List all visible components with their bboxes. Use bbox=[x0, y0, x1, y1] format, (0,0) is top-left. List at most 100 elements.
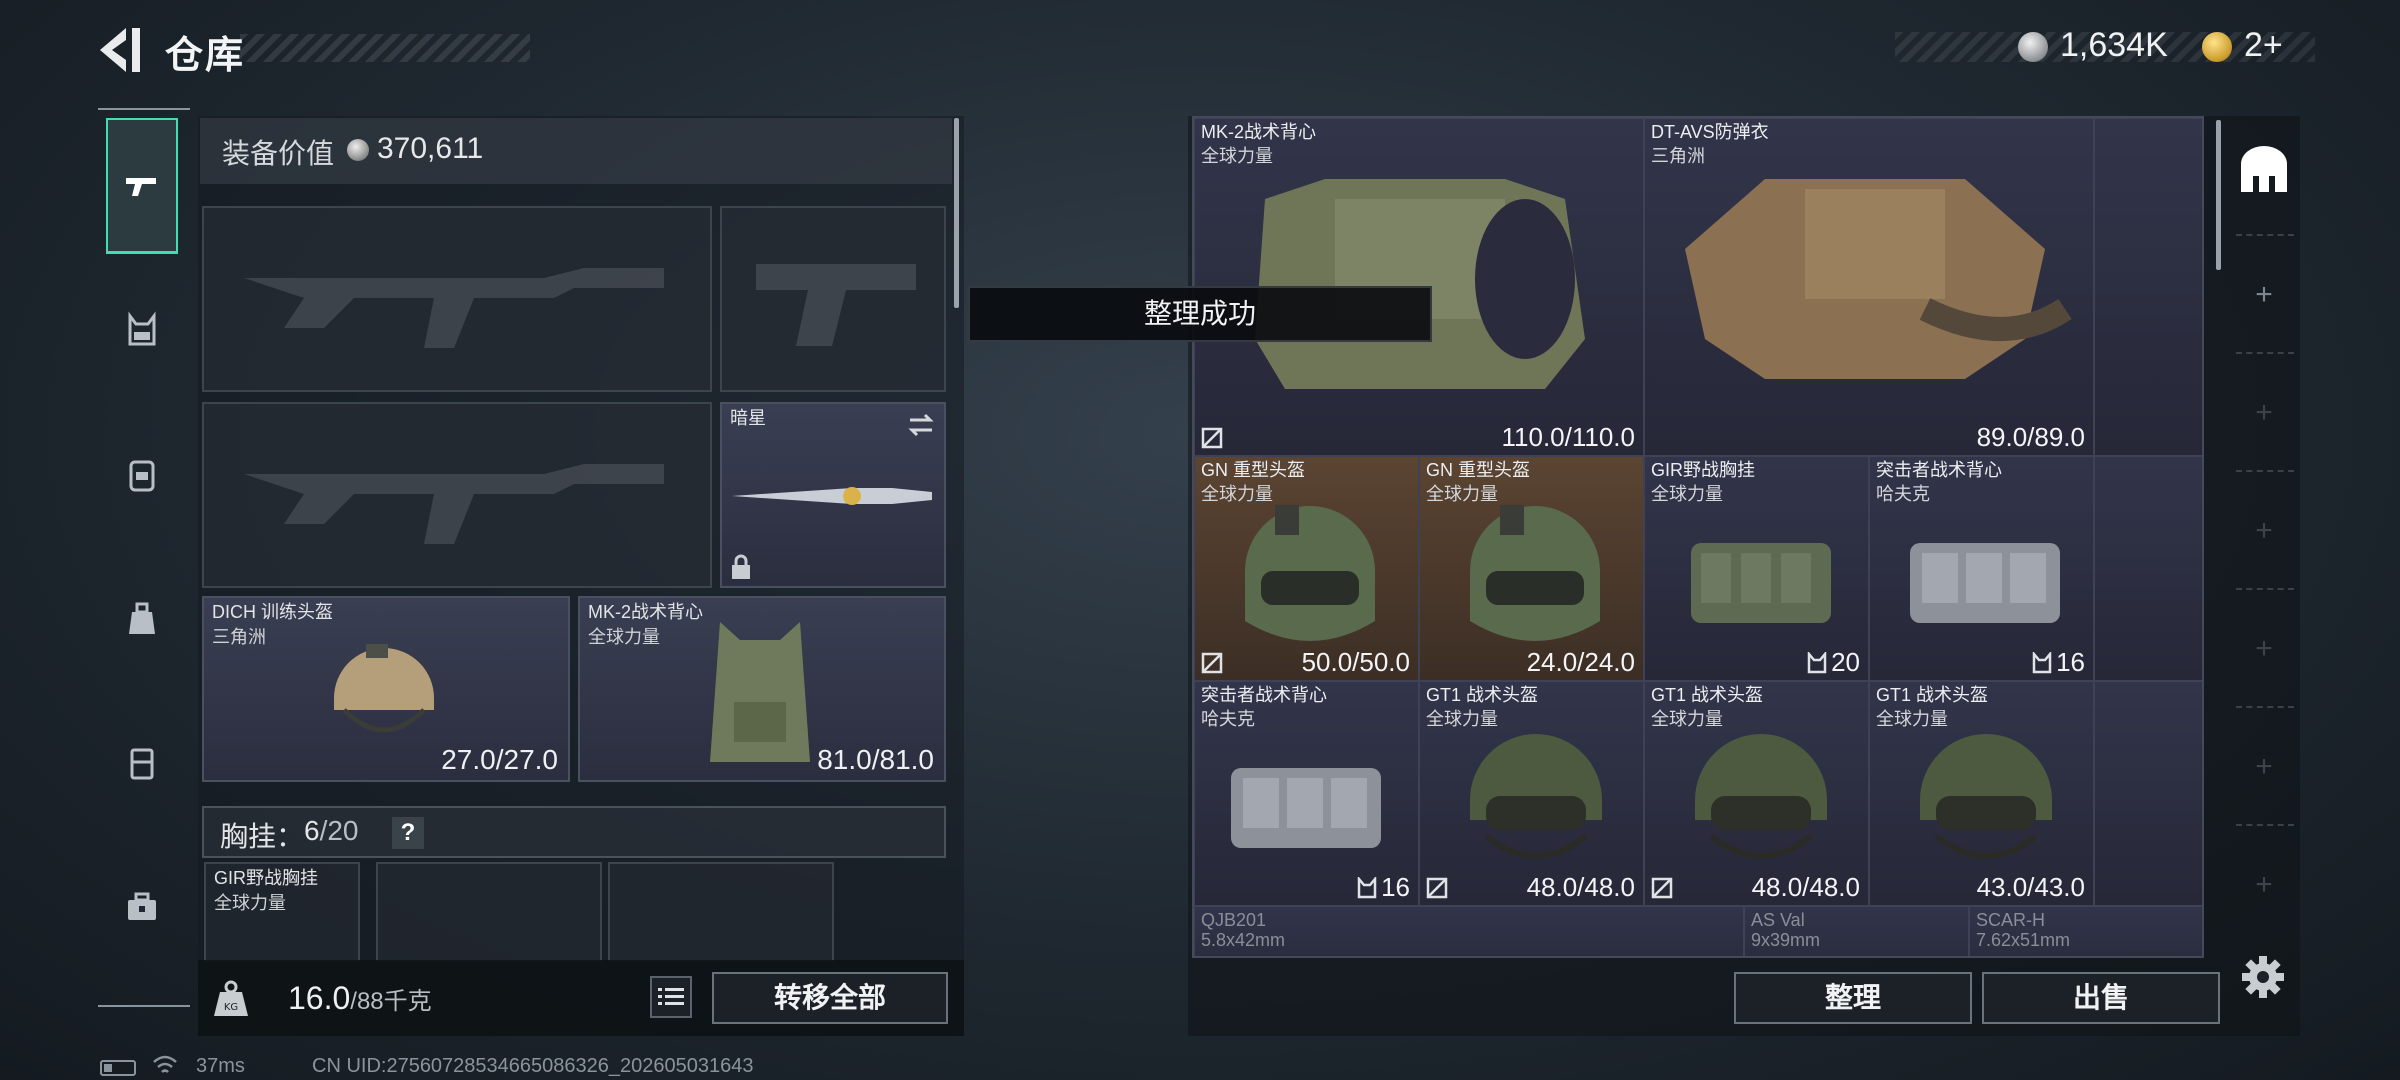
equipment-value-label: 装备价值 bbox=[222, 138, 335, 169]
item-faction: 7.62x51mm bbox=[1976, 930, 2071, 950]
slots-icon bbox=[2032, 651, 2052, 673]
no-repair-icon bbox=[1201, 427, 1223, 449]
heavy-helmet-icon bbox=[1470, 505, 1600, 641]
nav-weapons[interactable] bbox=[106, 118, 178, 254]
secondary-weapon-slot[interactable] bbox=[202, 402, 712, 588]
storage-item[interactable]: SCAR-H 7.62x51mm bbox=[1969, 906, 2202, 956]
page-title: 仓库 bbox=[165, 35, 246, 77]
item-durability: 48.0/48.0 bbox=[1526, 872, 1635, 902]
list-icon bbox=[658, 988, 684, 1005]
item-capacity: 16 bbox=[1357, 872, 1410, 903]
helmet-icon bbox=[334, 644, 434, 733]
item-faction: 9x39mm bbox=[1751, 930, 1821, 950]
slots-icon bbox=[1807, 651, 1827, 673]
loadout-scrollbar[interactable] bbox=[954, 118, 959, 308]
add-page-button[interactable]: + bbox=[2236, 476, 2292, 586]
tactical-helmet-icon bbox=[1920, 734, 2052, 859]
gold-coin-icon bbox=[2202, 32, 2232, 62]
vest-item-icon bbox=[1255, 179, 1585, 389]
nav-armor[interactable] bbox=[106, 262, 178, 398]
storage-item[interactable]: QJB201 5.8x42mm bbox=[1194, 906, 1744, 956]
add-page-button[interactable]: + bbox=[2236, 358, 2292, 468]
storage-item[interactable]: GT1 战术头盔 全球力量 43.0/43.0 bbox=[1869, 681, 2094, 906]
item-name: GN 重型头盔 bbox=[1426, 460, 1531, 480]
transfer-all-button[interactable]: 转移全部 bbox=[712, 972, 948, 1024]
currency-secondary[interactable]: 2+ bbox=[2244, 26, 2283, 65]
settings-icon[interactable] bbox=[2240, 954, 2286, 1000]
rig-empty-slot[interactable] bbox=[608, 862, 834, 962]
tactical-vest-item-icon bbox=[1910, 543, 2060, 623]
armor-name: MK-2战术背心 bbox=[588, 602, 704, 622]
sort-button[interactable]: 整理 bbox=[1734, 972, 1972, 1024]
equipment-value: 370,611 bbox=[377, 132, 484, 165]
plus-icon: + bbox=[2255, 278, 2273, 311]
item-name: 突击者战术背心 bbox=[1876, 460, 2002, 480]
plus-icon: + bbox=[2255, 868, 2273, 901]
storage-item[interactable]: AS Val 9x39mm bbox=[1744, 906, 1969, 956]
storage-item[interactable]: 突击者战术背心 哈夫克 16 bbox=[1194, 681, 1419, 906]
storage-item[interactable]: GT1 战术头盔 全球力量 48.0/48.0 bbox=[1644, 681, 1869, 906]
item-durability: 50.0/50.0 bbox=[1301, 647, 1410, 677]
storage-item[interactable]: GIR野战胸挂 全球力量 20 bbox=[1644, 456, 1869, 681]
safebox-icon bbox=[2241, 146, 2287, 192]
armor-durability: 81.0/81.0 bbox=[817, 744, 934, 775]
nav-bag[interactable] bbox=[106, 550, 178, 686]
chest-rig-item-icon bbox=[1691, 543, 1831, 623]
currency-primary[interactable]: 1,634K bbox=[2060, 26, 2168, 65]
plus-icon: + bbox=[2255, 632, 2273, 665]
no-repair-icon bbox=[1426, 877, 1448, 899]
back-button[interactable] bbox=[96, 24, 144, 76]
coin-icon bbox=[347, 139, 369, 161]
melee-slot[interactable]: 暗星 bbox=[720, 402, 946, 588]
storage-item[interactable]: DT-AVS防弹衣 三角洲 89.0/89.0 bbox=[1644, 118, 2094, 456]
lock-icon bbox=[732, 554, 750, 579]
swap-icon[interactable] bbox=[906, 412, 936, 438]
item-durability: 43.0/43.0 bbox=[1976, 872, 2085, 902]
add-page-button[interactable]: + bbox=[2236, 830, 2292, 940]
vest-icon bbox=[128, 311, 156, 346]
nav-backpack[interactable] bbox=[106, 406, 178, 542]
storage-empty-cell[interactable] bbox=[2094, 681, 2202, 906]
add-page-button[interactable]: + bbox=[2236, 594, 2292, 704]
title-decoration bbox=[240, 34, 530, 62]
bag-icon bbox=[129, 602, 155, 634]
storage-item[interactable]: GT1 战术头盔 全球力量 48.0/48.0 bbox=[1419, 681, 1644, 906]
rig-item-slot[interactable]: GIR野战胸挂 全球力量 bbox=[204, 862, 360, 962]
pistol-silhouette-icon bbox=[756, 264, 916, 346]
sidearm-slot[interactable] bbox=[720, 206, 946, 392]
add-page-button[interactable]: + bbox=[2236, 712, 2292, 822]
tactical-vest-item-icon bbox=[1231, 768, 1381, 848]
storage-empty-cell[interactable] bbox=[2094, 456, 2202, 681]
silver-coin-icon bbox=[2018, 32, 2048, 62]
list-view-button[interactable] bbox=[650, 976, 692, 1018]
item-faction: 哈夫克 bbox=[1201, 709, 1255, 729]
armor-slot[interactable]: MK-2战术背心 全球力量 81.0/81.0 bbox=[578, 596, 946, 782]
storage-item[interactable]: 突击者战术背心 哈夫克 16 bbox=[1869, 456, 2094, 681]
item-durability: 89.0/89.0 bbox=[1976, 422, 2085, 452]
melee-name: 暗星 bbox=[730, 408, 766, 428]
user-uid: CN UID:275607285346650863​26_20260503164… bbox=[312, 1055, 754, 1077]
sell-button[interactable]: 出售 bbox=[1982, 972, 2220, 1024]
item-capacity: 20 bbox=[1807, 647, 1860, 678]
storage-scrollbar[interactable] bbox=[2216, 120, 2221, 270]
back-arrow-icon bbox=[100, 28, 140, 72]
nav-case[interactable] bbox=[106, 694, 178, 830]
toast-message: 整理成功 bbox=[968, 286, 1432, 342]
storage-empty-cell[interactable] bbox=[2094, 118, 2202, 456]
storage-item[interactable]: GN 重型头盔 全球力量 24.0/24.0 bbox=[1419, 456, 1644, 681]
helmet-faction: 三角洲 bbox=[212, 627, 266, 647]
weight-icon: KG bbox=[214, 980, 248, 1016]
primary-weapon-slot[interactable] bbox=[202, 206, 712, 392]
help-icon[interactable]: ? bbox=[392, 817, 424, 849]
item-name: GT1 战术头盔 bbox=[1876, 685, 1989, 705]
add-page-button[interactable]: + bbox=[2236, 240, 2292, 350]
plus-icon: + bbox=[2255, 750, 2273, 783]
item-durability: 110.0/110.0 bbox=[1501, 422, 1636, 452]
item-name: GT1 战术头盔 bbox=[1651, 685, 1764, 705]
tactical-helmet-icon bbox=[1695, 734, 1827, 859]
nav-toolbox[interactable] bbox=[106, 838, 178, 974]
helmet-slot[interactable]: DICH 训练头盔 三角洲 27.0/27.0 bbox=[202, 596, 570, 782]
rig-empty-slot[interactable] bbox=[376, 862, 602, 962]
storage-item[interactable]: GN 重型头盔 全球力量 50.0/50.0 bbox=[1194, 456, 1419, 681]
safebox-tab[interactable] bbox=[2236, 116, 2292, 226]
